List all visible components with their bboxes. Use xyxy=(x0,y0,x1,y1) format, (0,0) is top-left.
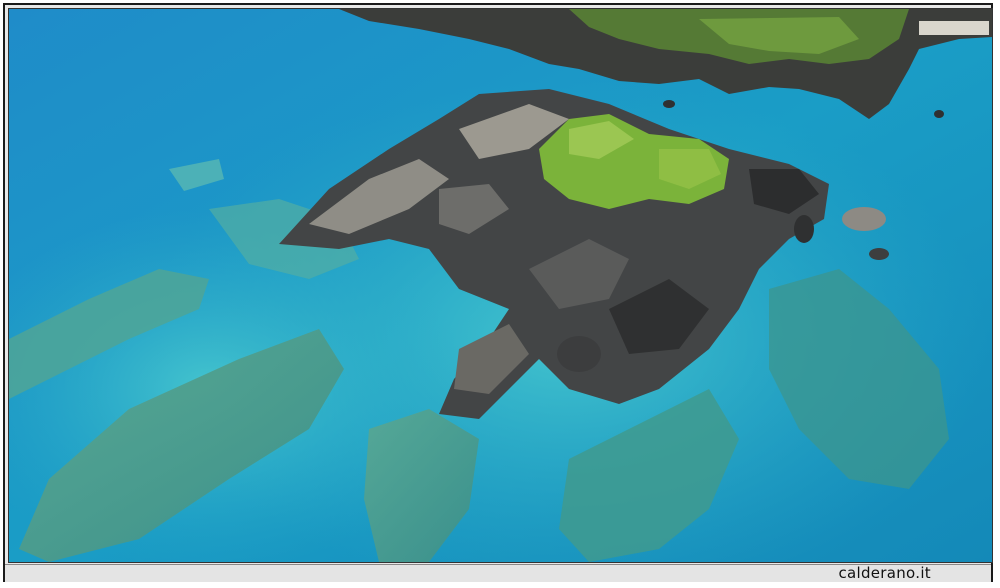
beach xyxy=(919,21,989,35)
watermark-caption: calderano.it xyxy=(838,564,931,582)
aerial-photo-canvas xyxy=(9,9,992,562)
outlying-rock xyxy=(934,110,944,118)
outlying-rock xyxy=(663,100,675,108)
outlying-rock xyxy=(557,336,601,372)
outlying-rock xyxy=(842,207,886,231)
outlying-rock xyxy=(794,215,814,243)
outlying-rock xyxy=(869,248,889,260)
caption-bar: calderano.it xyxy=(5,564,991,582)
aerial-photo xyxy=(8,8,993,563)
